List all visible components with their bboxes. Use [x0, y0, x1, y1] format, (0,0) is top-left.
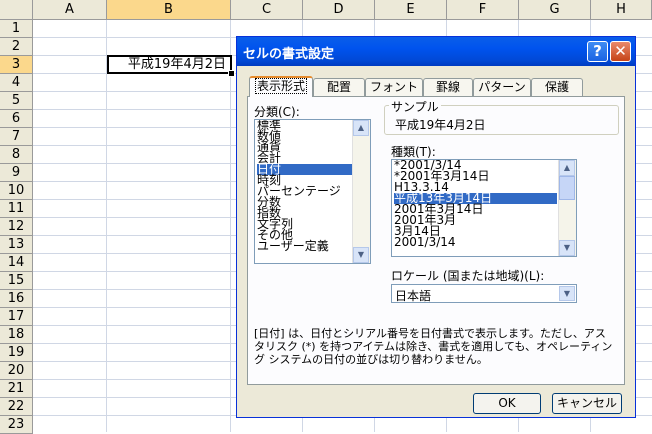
row-header-9[interactable]: 9	[0, 164, 33, 182]
row-header-14[interactable]: 14	[0, 254, 33, 272]
row-header-17[interactable]: 17	[0, 308, 33, 326]
tab-patterns[interactable]: パターン	[473, 78, 531, 96]
category-label: 分類(C):	[254, 105, 300, 119]
format-cells-dialog: セルの書式設定 ? ✕ 表示形式 配置 フォント 罫線 パターン 保護 分類(C…	[236, 36, 636, 418]
help-button[interactable]: ?	[587, 41, 608, 62]
gridline	[230, 20, 231, 432]
type-label: 種類(T):	[391, 145, 436, 159]
help-icon: ?	[593, 42, 602, 60]
row-header-19[interactable]: 19	[0, 344, 33, 362]
cancel-button[interactable]: キャンセル	[552, 393, 622, 414]
locale-select[interactable]: 日本語 ▼	[391, 284, 577, 303]
row-header-20[interactable]: 20	[0, 362, 33, 380]
category-listbox[interactable]: 標準 数値 通貨 会計 日付 時刻 パーセンテージ 分数 指数 文字列 その他 …	[254, 119, 371, 264]
row-header-6[interactable]: 6	[0, 110, 33, 128]
row-header-4[interactable]: 4	[0, 74, 33, 92]
scroll-down-icon[interactable]: ▼	[353, 247, 369, 263]
ok-button[interactable]: OK	[473, 393, 541, 414]
sample-value: 平成19年4月2日	[395, 118, 486, 132]
category-scrollbar[interactable]: ▲ ▼	[352, 120, 370, 263]
row-header-12[interactable]: 12	[0, 218, 33, 236]
row-header-1[interactable]: 1	[0, 20, 33, 38]
row-header-15[interactable]: 15	[0, 272, 33, 290]
column-header-h[interactable]: H	[591, 0, 652, 20]
column-header-a[interactable]: A	[33, 0, 107, 20]
column-header-b[interactable]: B	[107, 0, 231, 20]
row-header-23[interactable]: 23	[0, 416, 33, 434]
column-header-g[interactable]: G	[519, 0, 591, 20]
column-header-f[interactable]: F	[447, 0, 519, 20]
type-item[interactable]: 2001/3/14	[394, 236, 456, 248]
row-header-10[interactable]: 10	[0, 182, 33, 200]
tab-protection[interactable]: 保護	[531, 78, 583, 96]
column-header-e[interactable]: E	[375, 0, 447, 20]
sample-label: サンプル	[389, 98, 441, 115]
sample-group: サンプル 平成19年4月2日	[384, 98, 619, 135]
close-icon: ✕	[614, 42, 627, 60]
row-header-11[interactable]: 11	[0, 200, 33, 218]
locale-value: 日本語	[395, 289, 432, 303]
dialog-title: セルの書式設定	[243, 47, 335, 62]
scroll-down-icon[interactable]: ▼	[559, 240, 575, 256]
fill-handle[interactable]	[228, 70, 235, 77]
close-button[interactable]: ✕	[610, 41, 631, 62]
format-description: [日付] は、日付とシリアル番号を日付書式で表示します。ただし、アスタリスク (…	[254, 327, 613, 366]
category-item[interactable]: ユーザー定義	[257, 240, 329, 252]
column-header-c[interactable]: C	[231, 0, 303, 20]
tab-font[interactable]: フォント	[365, 78, 423, 96]
gridline	[106, 20, 107, 432]
row-header-7[interactable]: 7	[0, 128, 33, 146]
select-all-corner[interactable]	[0, 0, 33, 20]
row-header-16[interactable]: 16	[0, 290, 33, 308]
scroll-up-icon[interactable]: ▲	[353, 120, 369, 136]
row-header-21[interactable]: 21	[0, 380, 33, 398]
row-header-3[interactable]: 3	[0, 56, 33, 74]
row-header-22[interactable]: 22	[0, 398, 33, 416]
row-header-8[interactable]: 8	[0, 146, 33, 164]
row-header-18[interactable]: 18	[0, 326, 33, 344]
tab-alignment[interactable]: 配置	[313, 78, 365, 96]
chevron-down-icon[interactable]: ▼	[559, 286, 575, 301]
tab-border[interactable]: 罫線	[423, 78, 473, 96]
scroll-thumb[interactable]	[559, 176, 575, 200]
scroll-up-icon[interactable]: ▲	[559, 160, 575, 176]
row-header-13[interactable]: 13	[0, 236, 33, 254]
active-cell-b3[interactable]: 平成19年4月2日	[107, 55, 232, 74]
locale-label: ロケール (国または地域)(L):	[391, 269, 545, 283]
dialog-titlebar[interactable]: セルの書式設定 ? ✕	[237, 37, 635, 66]
number-tab-panel: 分類(C): 標準 数値 通貨 会計 日付 時刻 パーセンテージ 分数 指数 文…	[247, 96, 625, 385]
row-header-5[interactable]: 5	[0, 92, 33, 110]
column-header-d[interactable]: D	[303, 0, 375, 20]
tab-number-label: 表示形式	[254, 78, 308, 94]
tab-number[interactable]: 表示形式	[249, 76, 313, 97]
type-scrollbar[interactable]: ▲ ▼	[558, 160, 576, 256]
row-header-2[interactable]: 2	[0, 38, 33, 56]
type-listbox[interactable]: *2001/3/14 *2001年3月14日 H13.3.14 平成13年3月1…	[391, 159, 577, 257]
